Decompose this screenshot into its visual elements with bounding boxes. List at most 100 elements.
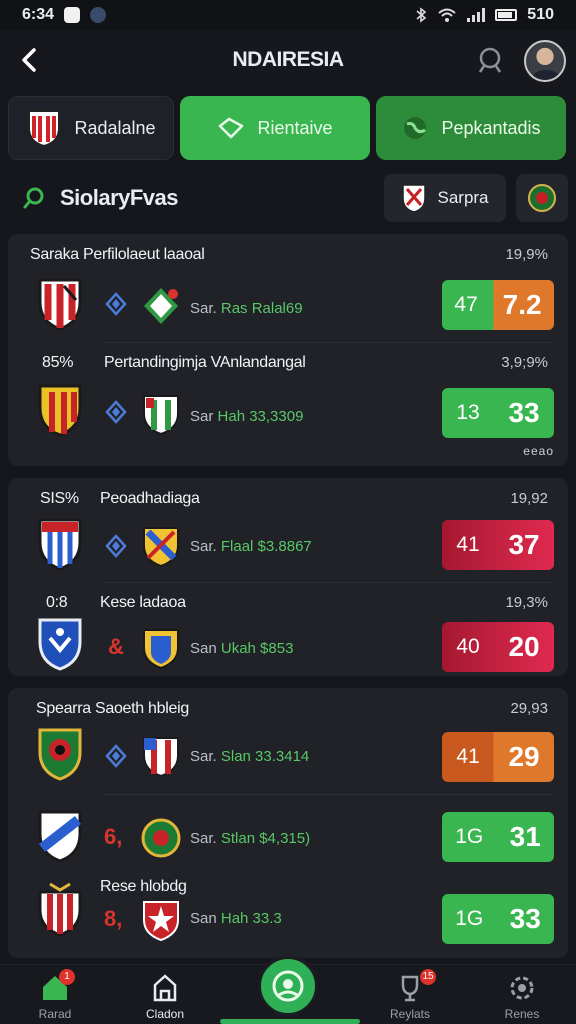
score-badge[interactable]: 41 37 — [442, 520, 554, 570]
nav-home[interactable]: 1 Rarad — [15, 969, 95, 1021]
section-title: SiolaryFvas — [60, 185, 179, 210]
center-action-button[interactable] — [258, 956, 318, 1016]
chip-label: Sarpra — [437, 188, 489, 207]
nav-label: Renes — [504, 1007, 540, 1021]
building-icon — [153, 974, 177, 1002]
match-title: Spearra Saoeth hbleig — [36, 700, 189, 717]
score-home: 41 — [456, 533, 480, 556]
section-header: SiolaryFvas Sarpra — [8, 172, 568, 224]
club-crest-icon — [28, 110, 61, 148]
app-bar: NDAIRESIA — [0, 30, 576, 92]
tab-rientaive[interactable]: Rientaive — [180, 96, 370, 160]
info-prefix: San — [190, 910, 217, 927]
nav-cladon[interactable]: Cladon — [125, 973, 205, 1021]
match-title: Peoadhadiaga — [100, 490, 200, 507]
match-row[interactable]: 85% Pertandingimja VAnlandangal 3,9;9% S… — [8, 342, 568, 466]
profile-search-button[interactable] — [474, 44, 506, 76]
match-row[interactable]: 6, Sar. Stlan $4,315) 1G 31 — [8, 794, 568, 878]
score-away: 37 — [508, 529, 540, 560]
search-icon[interactable] — [22, 185, 48, 211]
tab-label: Radalalne — [74, 117, 156, 138]
match-lead: SIS% — [40, 490, 79, 507]
match-title: Saraka Perfilolaeut laaoal — [30, 246, 205, 263]
away-club-crest-icon — [143, 527, 179, 568]
score-badge[interactable]: 40 20 — [442, 622, 554, 672]
home-club-crest-icon — [38, 810, 82, 863]
score-badge[interactable]: 1G 31 — [442, 812, 554, 862]
bluetooth-icon — [416, 7, 427, 23]
versus-diamond-icon — [105, 744, 127, 768]
match-row[interactable]: 0:8 Kese ladaoa 19,3% & San Ukah $853 40… — [8, 582, 568, 676]
score-home: 13 — [456, 401, 480, 424]
match-title: Rese hlobdg — [100, 878, 187, 895]
user-search-icon — [478, 47, 502, 73]
tab-label: Pepkantadis — [441, 117, 541, 138]
score-away: 33 — [509, 903, 541, 934]
nav-reylats[interactable]: 15 Reylats — [370, 969, 450, 1021]
score-badge[interactable]: 47 7.2 — [442, 280, 554, 330]
filter-tabs: Radalalne Rientaive Pepkantadis — [8, 96, 568, 164]
away-club-crest-icon — [143, 901, 179, 942]
score-away: 7.2 — [502, 289, 542, 320]
ball-icon — [272, 970, 304, 1002]
info-value: Hah 33.3 — [220, 910, 282, 927]
versus-diamond-icon — [105, 534, 127, 558]
versus-diamond-icon — [105, 400, 127, 424]
match-card: SIS% Peoadhadiaga 19,92 Sar. Flaal $3.88… — [8, 478, 568, 676]
nav-renes[interactable]: Renes — [482, 973, 562, 1021]
globe-icon — [404, 117, 427, 139]
match-row[interactable]: Rese hlobdg 8, San Hah 33.3 1G 33 — [8, 878, 568, 958]
match-card: Saraka Perfilolaeut laaoal 19,9% Sar. Ra… — [8, 234, 568, 466]
status-bar: 6:34 510 — [0, 0, 576, 30]
match-title: Pertandingimja VAnlandangal — [104, 354, 306, 371]
score-badge[interactable]: 13 33 — [442, 388, 554, 438]
score-home: 1G — [455, 825, 484, 848]
home-club-crest-icon — [38, 278, 82, 331]
active-indicator — [220, 1019, 360, 1024]
match-row[interactable]: Spearra Saoeth hbleig 29,93 Sar. Slan 33… — [8, 688, 568, 794]
away-club-crest-icon — [143, 629, 179, 670]
match-percentage: 3,9;9% — [501, 354, 548, 371]
notification-badge: 1 — [59, 969, 75, 985]
filter-chip-sarpra[interactable]: Sarpra — [384, 174, 506, 222]
away-club-crest-icon — [143, 395, 179, 436]
away-club-crest-icon — [141, 818, 181, 858]
match-percentage: 19,9% — [505, 246, 548, 263]
match-info: San Hah 33.3 — [190, 910, 282, 927]
home-club-crest-icon — [38, 518, 82, 571]
match-info: Sar. Stlan $4,315) — [190, 830, 310, 847]
avatar[interactable] — [524, 40, 566, 82]
tab-pepkantadis[interactable]: Pepkantadis — [376, 96, 566, 160]
score-home: 1G — [455, 907, 484, 930]
match-card: Spearra Saoeth hbleig 29,93 Sar. Slan 33… — [8, 688, 568, 958]
match-lead: 0:8 — [46, 594, 68, 611]
score-home: 40 — [456, 635, 480, 658]
score-badge[interactable]: 1G 33 — [442, 894, 554, 944]
match-row[interactable]: SIS% Peoadhadiaga 19,92 Sar. Flaal $3.88… — [8, 478, 568, 582]
match-info: Sar Hah 33,3309 — [190, 408, 303, 425]
match-info: San Ukah $853 — [190, 640, 293, 657]
info-prefix: Sar. — [190, 300, 217, 317]
nav-label: Reylats — [389, 1007, 430, 1021]
score-away: 20 — [508, 631, 540, 662]
score-badge[interactable]: 41 29 — [442, 732, 554, 782]
tab-radalalne[interactable]: Radalalne — [8, 96, 174, 160]
match-percentage: 29,93 — [510, 700, 548, 717]
match-percentage: 19,3% — [505, 594, 548, 611]
score-home: 47 — [454, 293, 478, 316]
nav-label: Rarad — [38, 1007, 72, 1021]
versus-marker: 6, — [104, 824, 123, 849]
info-prefix: Sar. — [190, 538, 217, 555]
status-time: 6:34 — [22, 6, 55, 23]
match-percentage: 19,92 — [510, 490, 548, 507]
match-title: Kese ladaoa — [100, 594, 186, 611]
club-filter-button[interactable] — [516, 174, 568, 222]
info-value: Flaal $3.8867 — [220, 538, 312, 555]
match-row[interactable]: Saraka Perfilolaeut laaoal 19,9% Sar. Ra… — [8, 234, 568, 342]
tag-icon — [219, 117, 244, 139]
club-badge-icon — [528, 184, 556, 212]
notification-icon — [64, 7, 81, 23]
match-info: Sar. Ras Ralal69 — [190, 300, 303, 317]
away-club-crest-icon — [144, 288, 178, 324]
home-club-crest-icon — [38, 728, 82, 781]
